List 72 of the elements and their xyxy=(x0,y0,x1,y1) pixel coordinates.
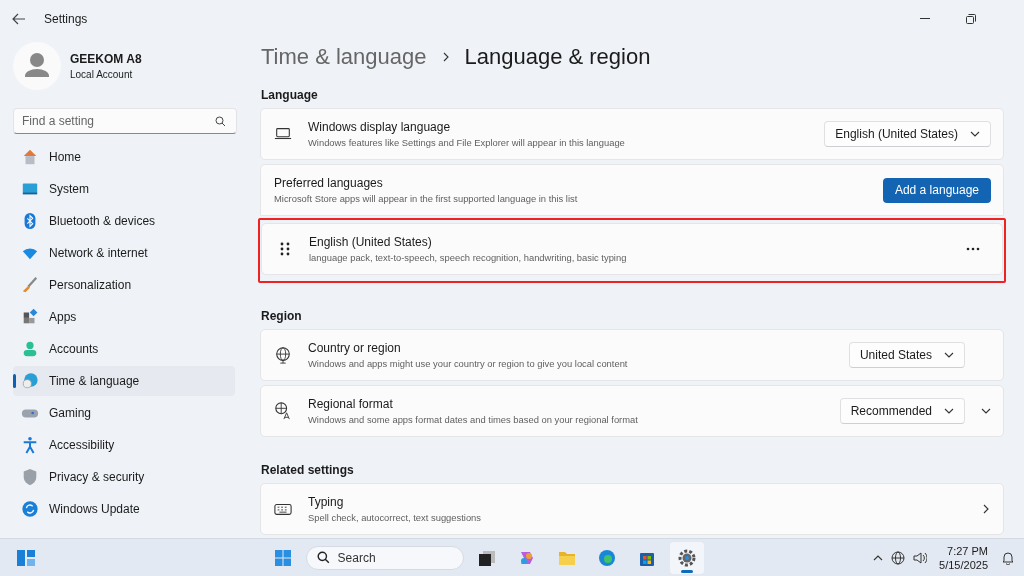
nav-item[interactable]: Windows Update xyxy=(13,494,235,524)
apps-icon xyxy=(21,308,39,326)
browser-icon xyxy=(596,547,617,568)
minimize-icon[interactable] xyxy=(920,18,930,20)
card-description: Windows and apps might use your country or region to give you local content xyxy=(308,358,629,369)
section-heading: Language xyxy=(261,88,319,102)
bell-icon[interactable] xyxy=(1002,550,1014,565)
clock-date[interactable]: 5/15/2025 xyxy=(939,558,988,571)
brush-icon xyxy=(21,276,39,294)
card-description: Windows features like Settings and File Explorer will appear in this language xyxy=(308,137,626,148)
globe-clock-icon xyxy=(21,372,39,390)
chevron-down-icon xyxy=(970,129,980,139)
more-icon[interactable] xyxy=(966,247,980,251)
nav-item[interactable]: Home xyxy=(13,142,235,172)
card-title: Windows display language xyxy=(308,120,452,134)
nav-item[interactable]: Gaming xyxy=(13,398,235,428)
nav-item[interactable]: Accounts xyxy=(13,334,235,364)
nav-item[interactable]: Accessibility xyxy=(13,430,235,460)
avatar-icon xyxy=(13,42,61,90)
refresh-icon xyxy=(21,500,39,518)
taskbar-app[interactable] xyxy=(669,541,704,574)
card-description: Microsoft Store apps will appear in the first supported language in this list xyxy=(274,193,579,204)
globe-icon[interactable] xyxy=(891,550,906,565)
dropdown[interactable]: United States xyxy=(848,342,965,368)
add-language-button[interactable]: Add a language xyxy=(882,177,991,203)
start-icon xyxy=(272,547,293,568)
account-type: Local Account xyxy=(70,69,134,80)
search-field[interactable]: Find a setting xyxy=(13,108,237,134)
card-title: Typing xyxy=(308,495,345,509)
gear-icon xyxy=(676,547,697,568)
chevron-down-icon xyxy=(944,350,954,360)
settings-card[interactable]: Typing Spell check, autocorrect, text suggestions xyxy=(260,483,1004,535)
back-icon[interactable] xyxy=(12,13,26,25)
restore-icon[interactable] xyxy=(966,14,976,24)
accessibility-icon xyxy=(21,436,39,454)
card-title: Regional format xyxy=(308,397,394,411)
dropdown[interactable]: Recommended xyxy=(839,398,965,424)
card-title: Country or region xyxy=(308,341,402,355)
nav-item[interactable]: System xyxy=(13,174,235,204)
chevron-down-icon xyxy=(944,406,954,416)
section-heading: Related settings xyxy=(261,463,355,477)
card-description: Spell check, autocorrect, text suggestions xyxy=(308,512,482,523)
chevron-right-icon xyxy=(981,504,991,514)
drag-handle-icon[interactable] xyxy=(280,242,290,256)
search-icon xyxy=(215,115,226,127)
card-title: English (United States) xyxy=(309,235,433,249)
card-description: language pack, text-to-speech, speech recognition, handwriting, basic typing xyxy=(309,252,628,263)
nav-item[interactable]: Privacy & security xyxy=(13,462,235,492)
chevron-down-icon xyxy=(981,406,991,416)
account-name: GEEKOM A8 xyxy=(70,52,142,66)
taskbar-search[interactable]: Search xyxy=(305,545,464,570)
person-icon xyxy=(21,340,39,358)
clock-time[interactable]: 7:27 PM xyxy=(947,544,988,557)
page-title: Language & region xyxy=(464,44,651,70)
nav-item[interactable]: Time & language xyxy=(13,366,235,396)
breadcrumb-parent[interactable]: Time & language xyxy=(261,44,427,70)
card-description: Windows and some apps format dates and times based on your regional format xyxy=(308,414,639,425)
nav-item[interactable]: Personalization xyxy=(13,270,235,300)
globe-text-icon xyxy=(274,402,292,420)
widgets-icon[interactable] xyxy=(16,548,36,567)
card-title: Preferred languages xyxy=(274,176,384,190)
dropdown[interactable]: English (United States) xyxy=(824,121,991,147)
shield-icon xyxy=(21,468,39,486)
nav-item[interactable]: Bluetooth & devices xyxy=(13,206,235,236)
nav-item[interactable]: Apps xyxy=(13,302,235,332)
speaker-icon[interactable] xyxy=(913,550,928,565)
globe-icon xyxy=(274,346,292,364)
nav-item[interactable]: Network & internet xyxy=(13,238,235,268)
home-icon xyxy=(21,148,39,166)
window-title: Settings xyxy=(44,12,88,26)
search-icon xyxy=(316,551,330,564)
section-heading: Region xyxy=(261,309,303,323)
